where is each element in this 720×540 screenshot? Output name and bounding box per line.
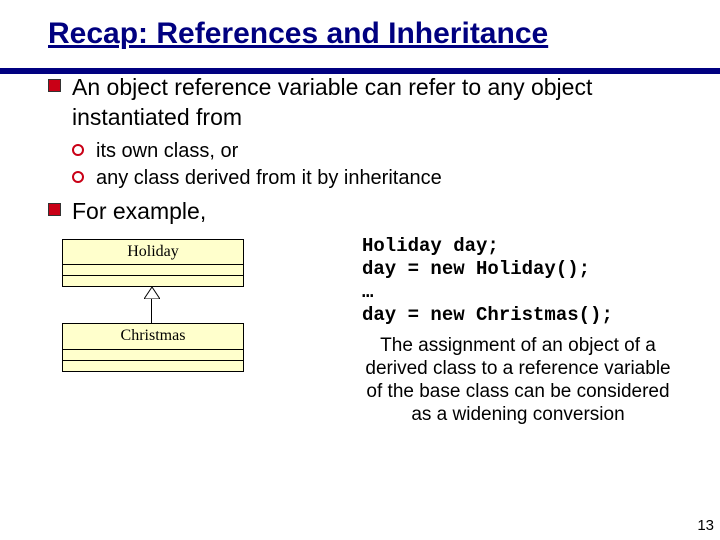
- bullet-level1: For example,: [48, 197, 684, 227]
- diagram-row: Holiday Christmas: [48, 235, 684, 427]
- uml-class-section: [63, 276, 243, 286]
- code-line: …: [362, 281, 373, 303]
- uml-class-section: [63, 361, 243, 371]
- code-line: Holiday day;: [362, 235, 499, 257]
- uml-class-section: [63, 350, 243, 361]
- bullet-text: An object reference variable can refer t…: [72, 74, 592, 130]
- bullet-text: its own class, or: [96, 140, 238, 162]
- uml-class-name: Holiday: [63, 240, 243, 266]
- slide-title: Recap: References and Inheritance: [48, 14, 684, 53]
- circle-bullet-icon: [72, 144, 84, 156]
- bullet-text: For example,: [72, 198, 206, 224]
- bullet-text: any class derived from it by inheritance: [96, 167, 442, 189]
- triangle-arrowhead-icon: [144, 287, 160, 299]
- arrow-line: [151, 299, 152, 323]
- slide-content: An object reference variable can refer t…: [48, 73, 684, 427]
- code-block: Holiday day; day = new Holiday(); … day …: [362, 235, 684, 328]
- bullet-level1: An object reference variable can refer t…: [48, 73, 684, 133]
- slide: Recap: References and Inheritance An obj…: [0, 0, 720, 540]
- page-number: 13: [697, 517, 714, 534]
- uml-diagram: Holiday Christmas: [48, 235, 362, 373]
- square-bullet-icon: [48, 79, 61, 92]
- uml-class-holiday: Holiday: [62, 239, 244, 288]
- square-bullet-icon: [48, 203, 61, 216]
- bullet-level2: its own class, or: [72, 139, 684, 164]
- uml-class-section: [63, 265, 243, 276]
- bullet-level2: any class derived from it by inheritance: [72, 166, 684, 191]
- code-line: day = new Holiday();: [362, 258, 590, 280]
- right-column: Holiday day; day = new Holiday(); … day …: [362, 235, 684, 427]
- uml-inheritance-arrow: [62, 287, 362, 323]
- uml-class-name: Christmas: [63, 324, 243, 350]
- code-line: day = new Christmas();: [362, 304, 613, 326]
- uml-class-christmas: Christmas: [62, 323, 244, 372]
- circle-bullet-icon: [72, 171, 84, 183]
- explanation-note: The assignment of an object of a derived…: [362, 335, 684, 426]
